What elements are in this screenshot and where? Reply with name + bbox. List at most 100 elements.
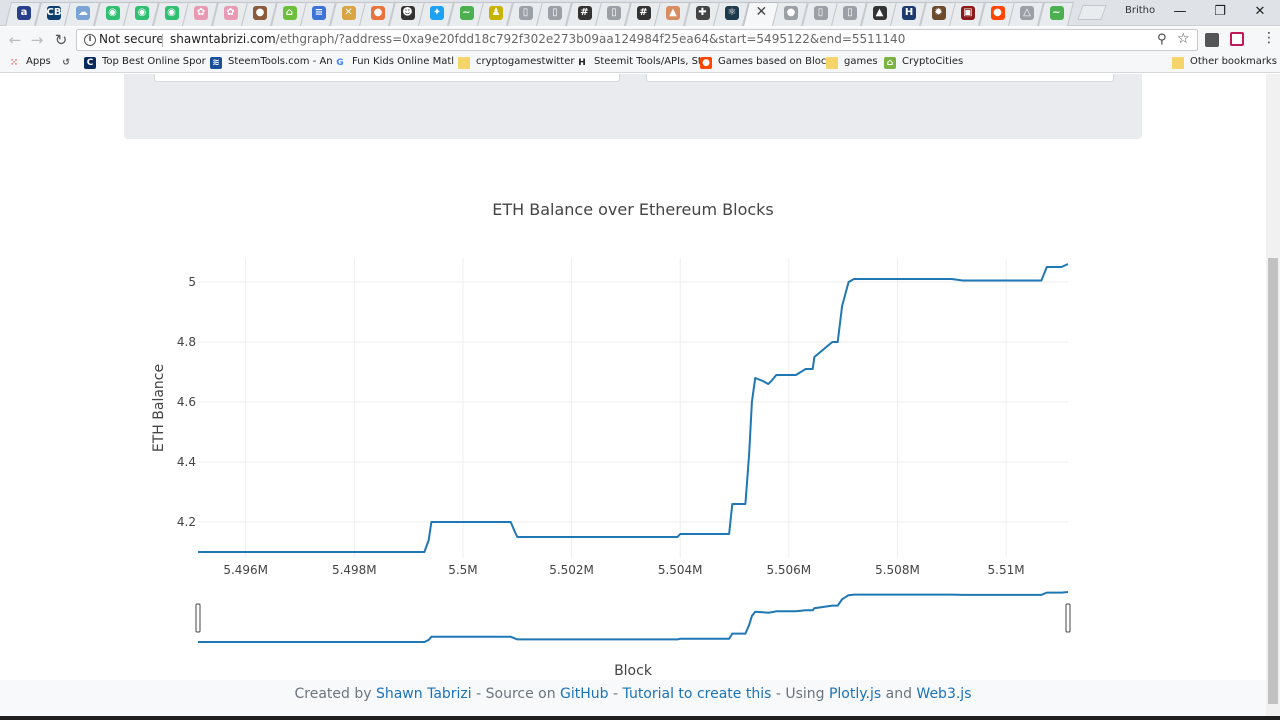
x-tick-label: 5.506M xyxy=(766,563,811,577)
tab-green-bird-favicon-icon: ~ xyxy=(1049,6,1064,20)
bookmark-steemtools[interactable]: SteemTools.com - An xyxy=(228,56,343,70)
reddit-icon: ● xyxy=(700,57,712,69)
y-tick-label: 4.8 xyxy=(177,335,196,349)
bookmark-games-block[interactable]: Games based on Bloc xyxy=(718,56,836,70)
tab-hash-1-favicon-icon: # xyxy=(577,6,592,20)
minimize-button[interactable]: — xyxy=(1160,2,1200,22)
omnibox-divider xyxy=(162,34,163,47)
tab-cross-favicon-icon: ✕ xyxy=(341,6,356,20)
tab-brown-favicon-icon: ● xyxy=(253,6,267,20)
tab-red-dark-favicon-icon: ▣ xyxy=(961,6,975,20)
tab-green-1-favicon-icon: ◉ xyxy=(105,6,120,20)
menu-icon[interactable]: ⋮ xyxy=(1262,30,1276,46)
x-tick-label: 5.51M xyxy=(988,563,1025,577)
tab-hat-favicon-icon: ▲ xyxy=(872,6,887,20)
bookmark-steemit-tools[interactable]: Steemit Tools/APIs, St xyxy=(594,56,708,70)
h-icon: H xyxy=(578,58,586,68)
tab-green-home-favicon-icon: ⌂ xyxy=(282,6,297,20)
footer-and-text: and xyxy=(881,686,917,702)
tab-orange-favicon-icon: ● xyxy=(371,6,385,20)
folder-icon xyxy=(1172,57,1184,69)
close-tab-icon[interactable]: ✕ xyxy=(756,4,768,20)
balance-line xyxy=(198,263,1069,553)
tab-blue-a-favicon-icon: a xyxy=(17,6,31,20)
browser-toolbar: ← → ↻ i Not secure shawntabrizi.com/ethg… xyxy=(0,27,1280,53)
tab-reddit-favicon-icon: ● xyxy=(990,6,1005,20)
footer: Created by Shawn Tabrizi - Source on Git… xyxy=(0,680,1266,720)
tab-gear-favicon-icon: ✹ xyxy=(931,6,946,20)
tab-yellow-man-favicon-icon: ♟ xyxy=(489,6,503,20)
history-icon: ↺ xyxy=(62,58,70,68)
balance-chart: ETH Balance over Ethereum Blocks 5.496M 5.… xyxy=(151,200,1071,679)
y-tick-label: 4.4 xyxy=(177,455,196,469)
tab-react-favicon-icon: ⚛ xyxy=(725,6,739,20)
tab-tree-favicon-icon: ▲ xyxy=(666,6,680,20)
info-icon[interactable]: i xyxy=(84,34,96,46)
profile-button[interactable]: Britho xyxy=(1125,5,1155,16)
range-handle-right[interactable] xyxy=(1065,603,1071,633)
bookmark-apps[interactable]: Apps xyxy=(26,56,54,70)
plotly-link[interactable]: Plotly.js xyxy=(829,686,881,702)
forward-arrow-icon[interactable]: → xyxy=(28,30,46,50)
x-axis-label: Block xyxy=(614,663,653,679)
tab-green-2-favicon-icon: ◉ xyxy=(135,6,149,20)
tab-triangle-favicon-icon: △ xyxy=(1020,6,1034,20)
range-handle-left[interactable] xyxy=(195,603,201,633)
folder-icon xyxy=(826,57,838,69)
apps-grid-icon: ⁙ xyxy=(10,58,18,68)
tab-page-3-favicon-icon: ▯ xyxy=(607,6,621,20)
web3-link[interactable]: Web3.js xyxy=(916,686,971,702)
tab-gray-ball-favicon-icon: ● xyxy=(784,6,798,20)
bookmark-sports[interactable]: Top Best Online Spor xyxy=(102,56,206,70)
page-content: ETH Balance over Ethereum Blocks 5.496M 5.… xyxy=(0,74,1266,720)
c-logo-icon: C xyxy=(84,57,96,69)
y-tick-label: 5 xyxy=(188,275,196,289)
cryptocities-icon: ⌂ xyxy=(884,57,896,69)
page-scrollbar[interactable] xyxy=(1266,74,1280,720)
zoom-icon[interactable]: ⚲ xyxy=(1157,32,1167,47)
address-bar[interactable]: i Not secure shawntabrizi.com/ethgraph/?… xyxy=(76,29,1198,51)
back-arrow-icon[interactable]: ← xyxy=(6,30,24,50)
restore-button[interactable]: ❐ xyxy=(1200,2,1240,22)
tab-page-2-favicon-icon: ▯ xyxy=(548,6,562,20)
google-icon: G xyxy=(336,58,344,68)
folder-icon xyxy=(458,57,470,69)
extension-icon-2[interactable] xyxy=(1230,32,1244,46)
x-tick-label: 5.5M xyxy=(448,563,477,577)
bookmark-other[interactable]: Other bookmarks xyxy=(1190,56,1280,70)
footer-prefix: Created by xyxy=(294,686,376,702)
chart-title: ETH Balance over Ethereum Blocks xyxy=(492,200,774,219)
x-tick-label: 5.504M xyxy=(658,563,703,577)
tab-page-1-favicon-icon: ▯ xyxy=(518,6,533,20)
tab-cbs-favicon-icon: CB xyxy=(46,6,62,20)
bookmark-star-icon[interactable]: ☆ xyxy=(1177,31,1190,47)
x-tick-label: 5.496M xyxy=(223,563,268,577)
y-tick-label: 4.6 xyxy=(177,395,196,409)
reload-icon[interactable]: ↻ xyxy=(52,30,70,50)
bookmark-cryptogamestwitter[interactable]: cryptogamestwitter xyxy=(476,56,586,70)
url-text[interactable]: shawntabrizi.com/ethgraph/?address=0xa9e… xyxy=(170,32,905,46)
taskbar-edge xyxy=(0,716,1280,720)
x-tick-label: 5.508M xyxy=(875,563,920,577)
tab-dark-face-favicon-icon: ☻ xyxy=(400,6,415,20)
author-link[interactable]: Shawn Tabrizi xyxy=(376,686,472,702)
footer-dash: - xyxy=(608,686,623,702)
tab-page-5-favicon-icon: ▯ xyxy=(843,6,857,20)
tab-puzzle-favicon-icon: ✚ xyxy=(695,6,710,20)
y-tick-label: 4.2 xyxy=(177,515,196,529)
tab-docs-favicon-icon: ≡ xyxy=(312,6,326,20)
scroll-thumb[interactable] xyxy=(1268,258,1278,704)
tab-pink-1-favicon-icon: ✿ xyxy=(194,6,208,20)
security-label[interactable]: Not secure xyxy=(99,32,164,46)
x-tick-label: 5.498M xyxy=(332,563,377,577)
extension-icon-1[interactable] xyxy=(1205,33,1219,47)
url-host: shawntabrizi.com xyxy=(170,32,276,46)
tab-page-4-favicon-icon: ▯ xyxy=(813,6,828,20)
tutorial-link[interactable]: Tutorial to create this xyxy=(623,686,772,702)
footer-source-text: - Source on xyxy=(471,686,561,702)
bookmark-cryptocities[interactable]: CryptoCities xyxy=(902,56,982,70)
github-link[interactable]: GitHub xyxy=(560,686,609,702)
bookmark-fun-kids[interactable]: Fun Kids Online Matl xyxy=(352,56,468,70)
close-window-button[interactable]: ✕ xyxy=(1240,2,1280,22)
steem-icon: ≋ xyxy=(210,57,222,69)
